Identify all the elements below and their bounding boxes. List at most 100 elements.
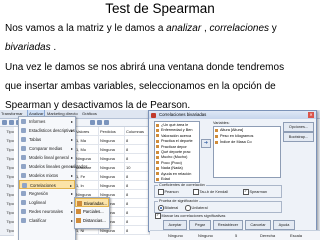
- table-cell[interactable]: 1, Fe: [75, 172, 99, 181]
- toolbar-icon[interactable]: [2, 120, 7, 125]
- analizar-menu: Informes ▸ Estadísticos descriptivos ▸ Tab…: [18, 116, 87, 240]
- close-icon[interactable]: ✕: [308, 112, 314, 118]
- menu-item-clasificar[interactable]: Clasificar ▸: [19, 216, 75, 225]
- toolbar-icon[interactable]: [9, 120, 14, 125]
- ok-button[interactable]: Aceptar: [163, 220, 187, 230]
- table-cell[interactable]: 10: [125, 163, 150, 172]
- text: Regresión: [29, 191, 49, 196]
- menu-item-comparar-medias[interactable]: Comparar medias ▸: [19, 144, 75, 153]
- menu-item-regresion[interactable]: Regresión ▸: [19, 189, 75, 198]
- table-cell[interactable]: Valores: [75, 127, 99, 136]
- move-variable-button[interactable]: ➜: [201, 139, 211, 148]
- text: Clasificar: [29, 218, 47, 223]
- body-line-1: Nos vamos a la matriz y le damos a anali…: [5, 19, 319, 38]
- menu-item-descriptivos[interactable]: Estadísticos descriptivos ▸: [19, 126, 75, 135]
- table-cell[interactable]: 8: [125, 145, 150, 154]
- checkbox-box: [158, 189, 164, 195]
- menu-item-modelos-mixtos[interactable]: Modelos mixtos ▸: [19, 171, 75, 180]
- table-cell[interactable]: 8: [125, 190, 150, 199]
- table-cell[interactable]: 8: [125, 199, 150, 208]
- options-button[interactable]: Opciones...: [283, 122, 314, 132]
- bilateral-radio[interactable]: Bilateral: [158, 205, 178, 211]
- menu-item-redes-neuronales[interactable]: Redes neuronales ▸: [19, 207, 75, 216]
- correlaciones-text: correlaciones: [209, 23, 270, 34]
- regression-icon: [21, 191, 26, 196]
- table-cell[interactable]: Ninguna: [99, 181, 125, 190]
- menu-item-tablas[interactable]: Tablas ▸: [19, 135, 75, 144]
- text: Parciales...: [83, 209, 104, 214]
- cancel-button[interactable]: Cancelar: [245, 220, 271, 230]
- text: Modelos lineales generalizados: [29, 164, 88, 169]
- text: y: [269, 23, 277, 34]
- reset-button[interactable]: Restablecer: [213, 220, 243, 230]
- table-cell[interactable]: 8: [125, 136, 150, 145]
- selected-variable-list[interactable]: Altura [Altura] Peso en kilogramos Índic…: [213, 126, 281, 178]
- menu-item-correlaciones[interactable]: Correlaciones ▸: [19, 180, 75, 189]
- table-cell[interactable]: 8: [125, 226, 150, 235]
- table-cell[interactable]: Perdidos: [99, 127, 125, 136]
- descriptives-icon: [21, 128, 26, 133]
- toolbar-icon[interactable]: [90, 120, 95, 125]
- coefficients-group: Coeficientes de correlación Pearson Tau-…: [154, 183, 282, 198]
- menu-graficos[interactable]: Gráficos: [82, 110, 97, 118]
- text: Estadísticos descriptivos: [29, 128, 75, 133]
- table-cell[interactable]: Columnas: [125, 127, 150, 136]
- significance-group: Prueba de significación Bilateral Unilat…: [154, 199, 282, 213]
- submenu-arrow-icon: ▸: [70, 173, 73, 178]
- variable-item[interactable]: Edad: [155, 176, 199, 182]
- table-cell[interactable]: 1, Ma: [75, 136, 99, 145]
- body-line-2: bivariadas .: [5, 38, 319, 57]
- table-cell[interactable]: 8: [125, 154, 150, 163]
- submenu-item-distancias[interactable]: Distancias...: [75, 216, 109, 225]
- toolbar-icon[interactable]: [104, 120, 109, 125]
- classify-icon: [21, 218, 26, 223]
- kendall-checkbox[interactable]: Tau-b de Kendall: [193, 189, 228, 195]
- variable-item[interactable]: Índice de Masa Co: [214, 139, 280, 145]
- submenu-arrow-icon: ▸: [70, 128, 73, 133]
- table-cell[interactable]: 8: [125, 172, 150, 181]
- table-cell[interactable]: 8: [125, 181, 150, 190]
- submenu-item-bivariadas[interactable]: Bivariadas...: [75, 198, 109, 207]
- table-cell[interactable]: Ninguna: [99, 136, 125, 145]
- source-variable-list[interactable]: ¿Un qué área le Enfermedad y Ben Valorac…: [154, 121, 200, 183]
- help-button[interactable]: Ayuda: [273, 220, 295, 230]
- menu-item-loglineal[interactable]: Loglineal ▸: [19, 198, 75, 207]
- radio-dot: [158, 205, 164, 211]
- text: Pearson: [164, 190, 179, 194]
- check-icon: ✓: [243, 189, 249, 195]
- submenu-item-parciales[interactable]: Parciales...: [75, 207, 109, 216]
- table-cell[interactable]: 1, Mu: [75, 145, 99, 154]
- paste-button[interactable]: Pegar: [189, 220, 211, 230]
- submenu-arrow-icon: ▸: [70, 119, 73, 124]
- table-cell[interactable]: Ninguna: [99, 163, 125, 172]
- flag-significant-checkbox[interactable]: ✓ Marcar las correlaciones significativas: [155, 213, 225, 219]
- submenu-arrow-icon: ▸: [70, 146, 73, 151]
- unilateral-radio[interactable]: Unilateral: [185, 205, 208, 211]
- bootstrap-button[interactable]: Bootstrap...: [283, 132, 314, 142]
- pearson-checkbox[interactable]: Pearson: [158, 189, 179, 195]
- body-line-4: que insertar ambas variables, selecciona…: [5, 80, 276, 92]
- table-cell[interactable]: 1, In: [75, 181, 99, 190]
- spearman-checkbox[interactable]: ✓ Spearman: [243, 189, 267, 195]
- table-cell[interactable]: 8: [125, 208, 150, 217]
- text: Tablas: [29, 137, 42, 142]
- menu-item-modelos-generalizados[interactable]: Modelos lineales generalizados ▸: [19, 162, 87, 171]
- table-cell[interactable]: Ninguna: [99, 145, 125, 154]
- radio-dot: [185, 205, 191, 211]
- text: Spearman: [249, 190, 268, 194]
- dialog-titlebar: Correlaciones bivariadas ✕: [149, 111, 316, 119]
- submenu-arrow-icon: ▸: [70, 200, 73, 205]
- correlaciones-submenu: Bivariadas... Parciales... Distancias...: [74, 197, 110, 229]
- table-cell[interactable]: 8: [125, 217, 150, 226]
- table-cell[interactable]: Ninguna: [99, 154, 125, 163]
- status-cell: Ninguno: [198, 233, 213, 238]
- text: Modelo lineal general: [29, 155, 69, 160]
- checkbox-box: [193, 189, 199, 195]
- variables-label: Variables:: [213, 121, 230, 125]
- menu-item-informes[interactable]: Informes ▸: [19, 117, 75, 126]
- toolbar-icon[interactable]: [97, 120, 102, 125]
- table-cell[interactable]: Ninguna: [99, 172, 125, 181]
- menu-item-modelo-lineal[interactable]: Modelo lineal general ▸: [19, 153, 75, 162]
- status-cell: Escala: [290, 233, 303, 238]
- slide-title: Test de Spearman: [105, 1, 215, 16]
